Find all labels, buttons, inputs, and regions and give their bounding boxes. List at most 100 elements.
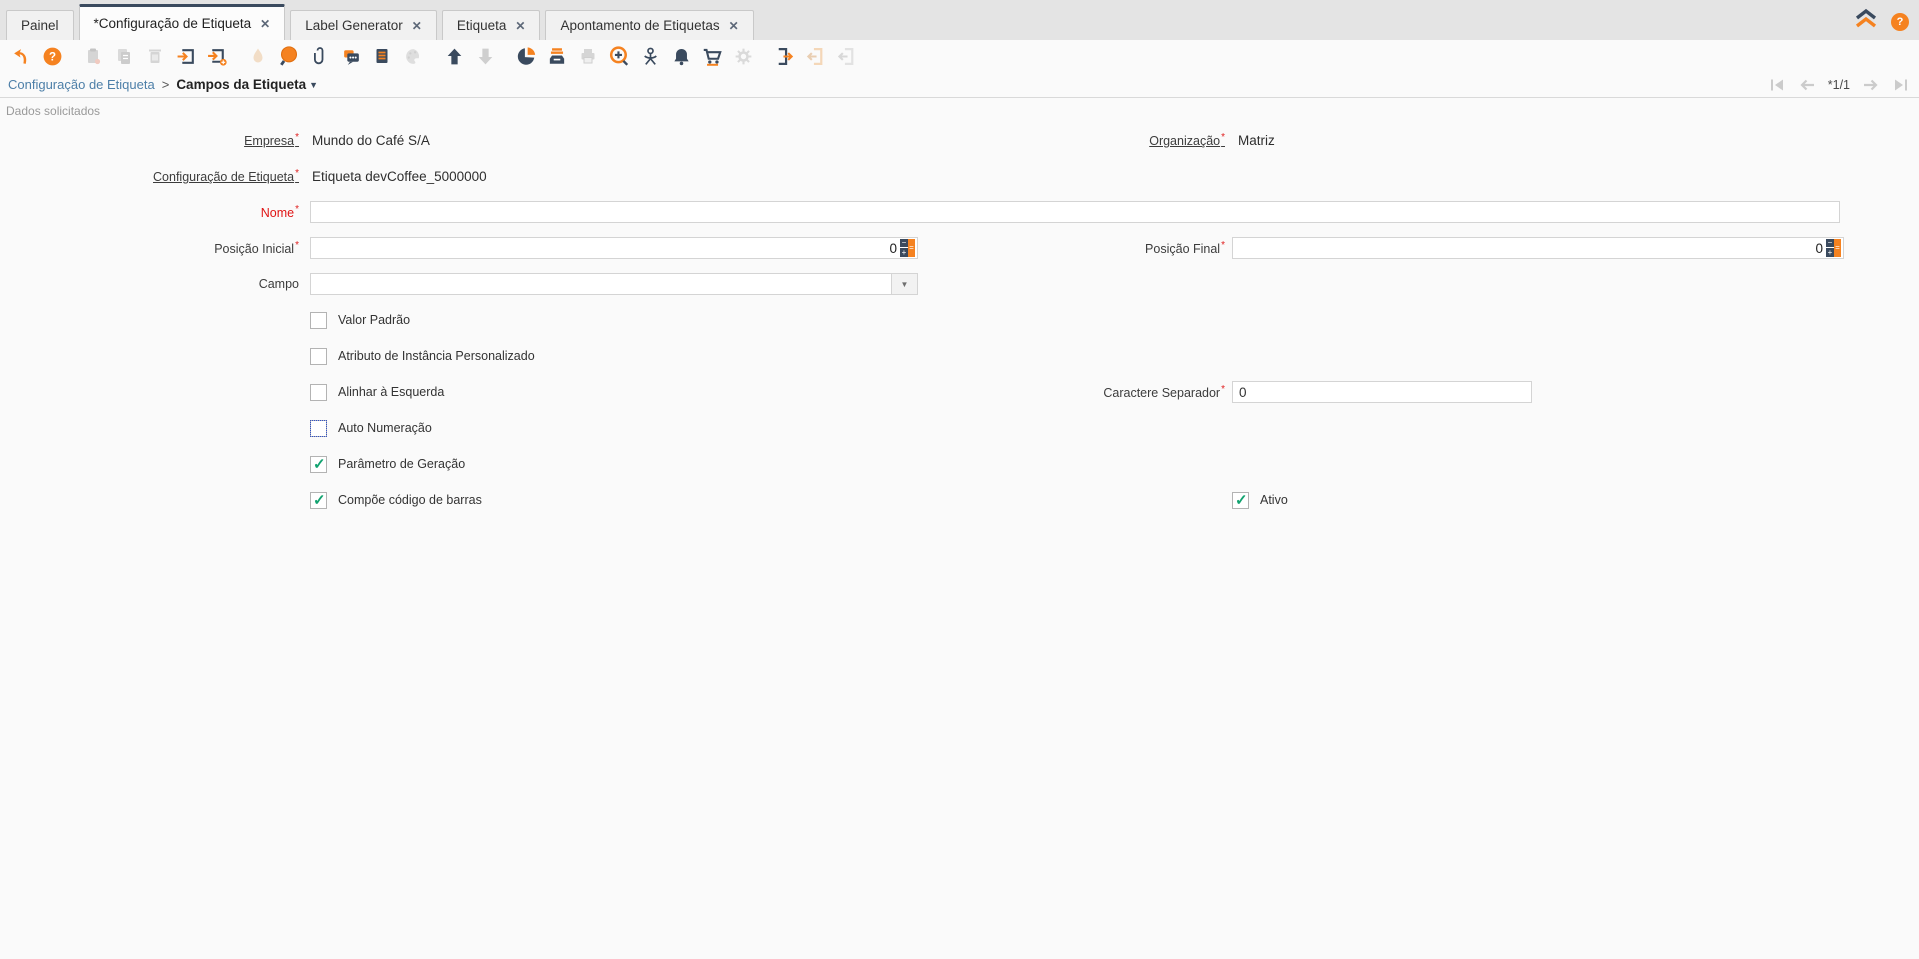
form-row-nome: Nome [0,194,1919,230]
tab-label: Apontamento de Etiquetas [560,18,720,33]
caractere-separador-label: Caractere Separador [914,384,1228,400]
close-icon[interactable]: ✕ [260,17,270,31]
import-icon [802,43,828,69]
breadcrumb-parent-link[interactable]: Configuração de Etiqueta [8,77,155,92]
record-count: *1/1 [1827,77,1850,92]
find-icon[interactable] [276,43,302,69]
form-row-empresa: Empresa Mundo do Café S/A Organização Ma… [0,122,1919,158]
form-row-atributo: Atributo de Instância Personalizado [0,338,1919,374]
close-icon[interactable]: ✕ [729,19,739,33]
delete-record-icon [142,43,168,69]
file-import-icon [833,43,859,69]
customize-icon [400,43,426,69]
parametro-geracao-checkbox[interactable] [310,455,327,473]
tab-etiqueta[interactable]: Etiqueta ✕ [441,10,541,40]
undo-icon[interactable] [8,43,34,69]
requests-icon[interactable] [668,43,694,69]
tab-label: Etiqueta [456,18,507,33]
posicao-final-input[interactable] [1233,240,1826,256]
campo-combobox [310,273,918,295]
auto-numeracao-label: Auto Numeração [338,421,432,435]
compoe-codigo-barras-label: Compõe código de barras [338,493,482,507]
record-navigation: *1/1 [1769,78,1909,92]
save-icon[interactable] [173,43,199,69]
tab-label: *Configuração de Etiqueta [93,16,252,31]
calculator-icon[interactable] [1826,239,1842,257]
process-icon [730,43,756,69]
help-badge-icon[interactable]: ? [1891,12,1909,31]
dropdown-arrow-icon[interactable] [891,274,917,294]
tab-apontamento-etiquetas[interactable]: Apontamento de Etiquetas ✕ [545,10,754,40]
nome-input[interactable] [310,201,1840,223]
campo-input[interactable] [311,274,891,294]
first-record-icon[interactable] [1769,78,1786,92]
report-icon[interactable] [369,43,395,69]
product-info-icon[interactable] [699,43,725,69]
form-row-campo: Campo [0,266,1919,302]
next-record-icon[interactable] [1862,78,1880,92]
zoom-across-icon[interactable] [606,43,632,69]
form-row-posicao: Posição Inicial Posição Final [0,230,1919,266]
chat-icon[interactable] [338,43,364,69]
empresa-label[interactable]: Empresa [0,132,302,148]
alinhar-esquerda-label: Alinhar à Esquerda [338,385,445,399]
requery-icon [245,43,271,69]
organizacao-label[interactable]: Organização [914,132,1228,148]
valor-padrao-checkbox[interactable] [310,311,327,329]
copy-record-icon [111,43,137,69]
posicao-inicial-input[interactable] [311,240,900,256]
save-create-icon[interactable] [204,43,230,69]
configuracao-etiqueta-label[interactable]: Configuração de Etiqueta [0,168,302,184]
form-campos-da-etiqueta: Empresa Mundo do Café S/A Organização Ma… [0,122,1919,518]
ativo-label: Ativo [1260,493,1288,507]
tab-painel[interactable]: Painel [6,10,74,40]
archive-icon[interactable] [544,43,570,69]
close-icon[interactable]: ✕ [515,19,525,33]
export-icon[interactable] [771,43,797,69]
attachment-icon[interactable] [307,43,333,69]
collapse-header-icon[interactable] [1853,8,1879,35]
svg-text:?: ? [48,51,55,63]
detail-record-icon [472,43,498,69]
posicao-inicial-label: Posição Inicial [0,240,302,256]
posicao-inicial-field [310,237,918,259]
workflow-icon[interactable] [637,43,663,69]
breadcrumb-current[interactable]: Campos da Etiqueta ▼ [176,77,318,92]
valor-padrao-label: Valor Padrão [338,313,411,327]
empresa-value: Mundo do Café S/A [312,132,430,148]
breadcrumb-row: Configuração de Etiqueta > Campos da Eti… [0,72,1919,98]
nome-label: Nome [0,204,302,220]
posicao-final-label: Posição Final [914,240,1228,256]
parametro-geracao-label: Parâmetro de Geração [338,457,466,471]
form-row-alinhar: Alinhar à Esquerda Caractere Separador [0,374,1919,410]
group-label: Dados solicitados [6,104,101,118]
form-row-compoe: Compõe código de barras Ativo [0,482,1919,518]
ativo-checkbox[interactable] [1232,491,1249,509]
caractere-separador-input[interactable] [1232,381,1532,403]
posicao-final-field [1232,237,1844,259]
form-row-auto-numeracao: Auto Numeração [0,410,1919,446]
organizacao-value: Matriz [1238,132,1275,148]
atributo-instancia-checkbox[interactable] [310,347,327,365]
tab-label: Label Generator [305,18,403,33]
tab-configuracao-etiqueta[interactable]: *Configuração de Etiqueta ✕ [78,4,286,40]
chevron-down-icon: ▼ [309,79,319,90]
configuracao-etiqueta-value: Etiqueta devCoffee_5000000 [312,168,487,184]
print-icon [575,43,601,69]
auto-numeracao-checkbox[interactable] [310,419,327,437]
chart-icon[interactable] [513,43,539,69]
alinhar-esquerda-checkbox[interactable] [310,383,327,401]
compoe-codigo-barras-checkbox[interactable] [310,491,327,509]
form-row-configuracao: Configuração de Etiqueta Etiqueta devCof… [0,158,1919,194]
form-row-valor-padrao: Valor Padrão [0,302,1919,338]
breadcrumb: Configuração de Etiqueta > Campos da Eti… [8,77,318,92]
help-icon[interactable]: ? [39,43,65,69]
last-record-icon[interactable] [1892,78,1909,92]
close-icon[interactable]: ✕ [412,19,422,33]
parent-record-icon[interactable] [441,43,467,69]
toolbar: ? [0,40,1919,72]
tab-label-generator[interactable]: Label Generator ✕ [290,10,437,40]
tab-label: Painel [21,18,59,33]
previous-record-icon[interactable] [1798,78,1816,92]
atributo-instancia-label: Atributo de Instância Personalizado [338,349,535,363]
